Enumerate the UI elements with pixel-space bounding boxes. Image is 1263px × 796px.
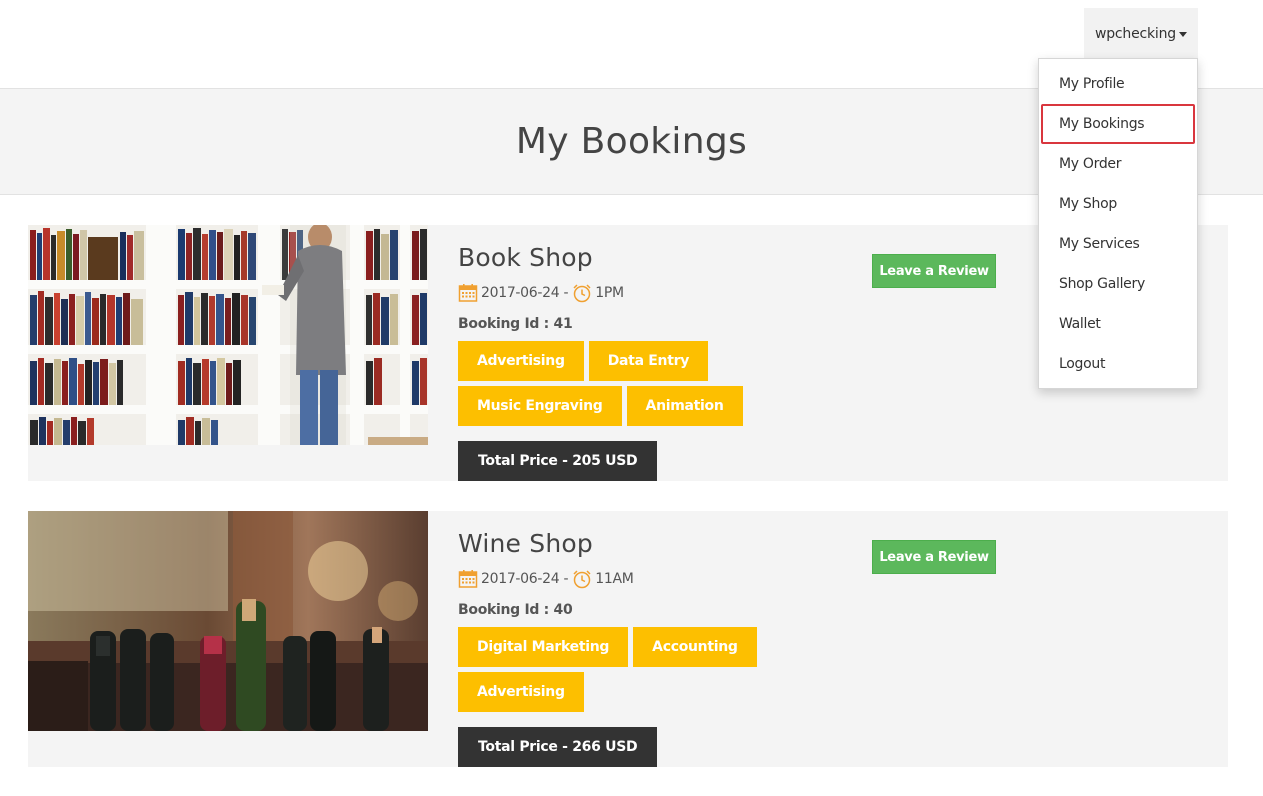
booking-datetime: 2017-06-24 - 1PM [458, 283, 624, 303]
menu-item-my-bookings[interactable]: My Bookings [1039, 104, 1197, 144]
booking-card: Wine Shop 2017-06-24 - 11AM Booking Id :… [28, 511, 1228, 767]
user-dropdown-menu: My Profile My Bookings My Order My Shop … [1038, 58, 1198, 389]
leave-review-button[interactable]: Leave a Review [872, 540, 996, 574]
service-tag[interactable]: Advertising [458, 672, 584, 712]
caret-down-icon [1178, 32, 1187, 37]
booking-id: Booking Id : 41 [458, 316, 573, 332]
username: wpchecking [1095, 25, 1176, 42]
menu-item-my-services[interactable]: My Services [1039, 224, 1197, 264]
booking-time: 11AM [595, 571, 634, 587]
menu-item-shop-gallery[interactable]: Shop Gallery [1039, 264, 1197, 304]
booking-date: 2017-06-24 - [481, 571, 569, 587]
page-title: My Bookings [515, 121, 748, 162]
booking-time: 1PM [595, 285, 624, 301]
alarm-clock-icon [573, 570, 591, 589]
total-price: Total Price - 266 USD [458, 727, 658, 767]
menu-item-my-profile[interactable]: My Profile [1039, 64, 1197, 104]
booking-datetime: 2017-06-24 - 11AM [458, 569, 634, 589]
alarm-clock-icon [573, 284, 591, 303]
booking-image-wineshop [28, 511, 428, 731]
total-price: Total Price - 205 USD [458, 441, 658, 481]
service-tag[interactable]: Advertising [458, 341, 584, 381]
calendar-icon [458, 570, 478, 588]
calendar-icon [458, 284, 478, 302]
booking-image-bookshop [28, 225, 428, 445]
service-tag[interactable]: Data Entry [588, 341, 709, 381]
booking-title: Book Shop [458, 243, 593, 272]
service-tag[interactable]: Animation [626, 386, 743, 426]
menu-item-my-order[interactable]: My Order [1039, 144, 1197, 184]
booking-id: Booking Id : 40 [458, 602, 573, 618]
service-tag[interactable]: Digital Marketing [458, 627, 629, 667]
booking-title: Wine Shop [458, 529, 593, 558]
service-tag[interactable]: Accounting [633, 627, 757, 667]
menu-item-wallet[interactable]: Wallet [1039, 304, 1197, 344]
service-tags: Digital Marketing Accounting Advertising [458, 627, 758, 712]
service-tags: Advertising Data Entry Music Engraving A… [458, 341, 758, 426]
user-menu-toggle[interactable]: wpchecking [1084, 8, 1198, 59]
booking-date: 2017-06-24 - [481, 285, 569, 301]
menu-item-my-shop[interactable]: My Shop [1039, 184, 1197, 224]
leave-review-button[interactable]: Leave a Review [872, 254, 996, 288]
menu-item-logout[interactable]: Logout [1039, 344, 1197, 384]
service-tag[interactable]: Music Engraving [458, 386, 622, 426]
